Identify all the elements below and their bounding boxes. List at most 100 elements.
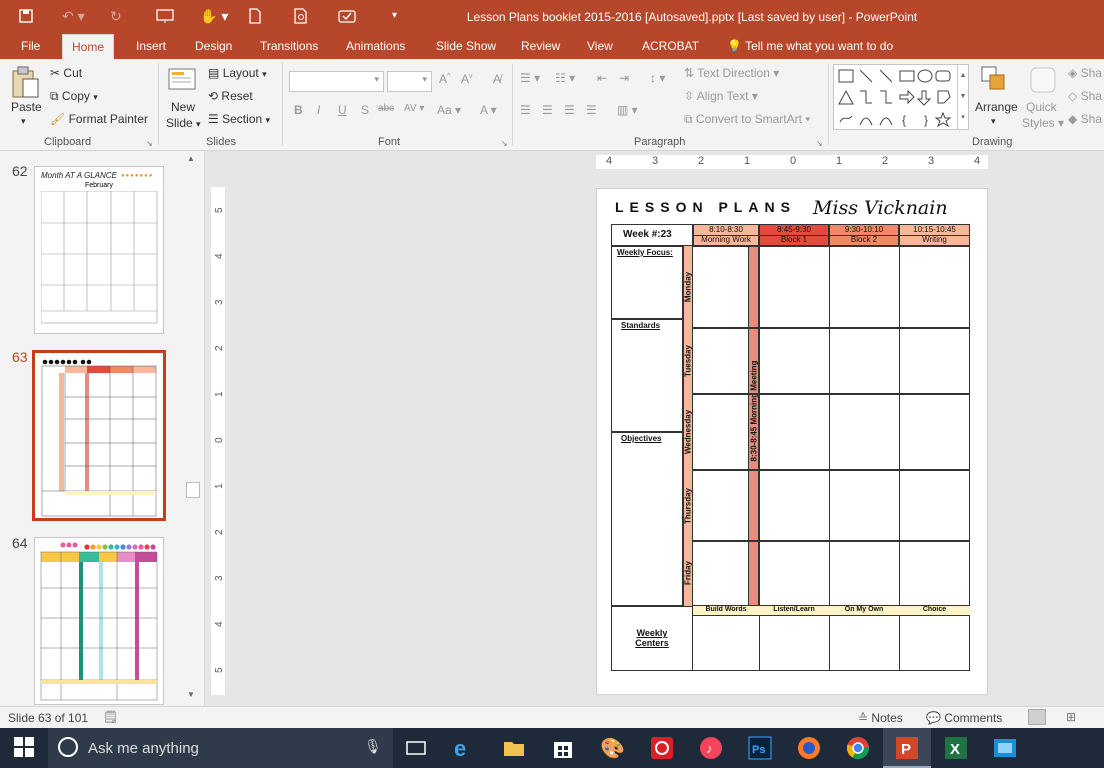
col-time: 9:30-10:10 — [844, 225, 884, 234]
arrange-dropdown-icon[interactable]: ▾ — [991, 116, 996, 127]
shadow-button[interactable]: S — [361, 103, 369, 117]
excel-icon[interactable]: X — [944, 736, 968, 760]
align-center-icon[interactable]: ☰ — [542, 103, 553, 117]
italic-button[interactable]: I — [317, 103, 320, 117]
tab-slide-show[interactable]: Slide Show — [427, 34, 505, 59]
center-name: Choice — [922, 606, 947, 613]
app-icon[interactable] — [993, 736, 1017, 760]
new-slide-label-1[interactable]: New — [171, 100, 195, 114]
slide-canvas[interactable]: LESSON PLANS Miss Vicknain Week #:23 8:1… — [596, 188, 988, 695]
columns-icon[interactable]: ▥ ▾ — [617, 103, 638, 117]
paste-button[interactable]: Paste — [11, 100, 42, 114]
section-button[interactable]: ☰ Section ▾ — [208, 112, 270, 126]
tab-home[interactable]: Home — [62, 34, 115, 59]
reset-button[interactable]: ⟲ Reset — [208, 89, 253, 103]
clear-formatting-icon[interactable]: A̸ — [493, 72, 501, 86]
paste-dropdown-icon[interactable]: ▾ — [21, 116, 26, 127]
shape-outline-button[interactable]: ◇ Sha — [1068, 89, 1102, 103]
tab-acrobat[interactable]: ACROBAT — [633, 34, 708, 59]
decrease-indent-icon[interactable]: ⇤ — [597, 71, 607, 85]
increase-font-icon[interactable]: A^ — [439, 72, 450, 86]
arrange-icon[interactable] — [980, 65, 1010, 98]
itunes-icon[interactable]: ♪ — [699, 736, 723, 760]
char-spacing-button[interactable]: AV ▾ — [404, 103, 424, 114]
slide-thumbnail[interactable] — [34, 537, 164, 705]
paragraph-launcher-icon[interactable]: ↘ — [816, 139, 823, 148]
notes-button[interactable]: ≙ Notes — [858, 711, 903, 725]
firefox-icon[interactable] — [797, 736, 821, 760]
store-icon[interactable] — [551, 736, 575, 760]
tab-animations[interactable]: Animations — [337, 34, 414, 59]
font-size-box[interactable]: ▾ — [387, 71, 432, 92]
notes-label: Notes — [871, 711, 903, 725]
file-explorer-icon[interactable] — [502, 736, 526, 760]
photoshop-icon[interactable]: Ps — [748, 736, 772, 760]
shapes-gallery[interactable]: {} ▲ ▼ ▾ — [833, 64, 969, 130]
cut-button[interactable]: ✂ Cut — [50, 66, 82, 80]
tab-insert[interactable]: Insert — [127, 34, 175, 59]
chrome-icon[interactable] — [846, 736, 870, 760]
thumbnail-scrollbar[interactable]: ▲ ▼ — [185, 151, 202, 706]
proofing-icon[interactable]: 🗒 — [103, 710, 118, 724]
tab-transitions[interactable]: Transitions — [251, 34, 327, 59]
shapes-scroll-icon[interactable]: ▲ ▼ ▾ — [957, 65, 968, 129]
ruler-mark: 2 — [698, 155, 705, 167]
vertical-ruler[interactable]: 5 4 3 2 1 0 1 2 3 4 5 — [211, 187, 225, 695]
paint-icon[interactable]: 🎨 — [600, 736, 625, 760]
underline-button[interactable]: U — [338, 103, 347, 117]
align-left-icon[interactable]: ☰ — [520, 103, 531, 117]
font-color-button[interactable]: A ▾ — [480, 103, 497, 117]
new-slide-icon[interactable] — [167, 65, 197, 96]
slide-sorter-icon[interactable]: ⊞ — [1066, 710, 1076, 724]
slide-thumbnail[interactable]: Month AT A GLANCE ●●●●●●● February — [34, 166, 164, 334]
align-text-button[interactable]: ⇳ Align Text ▾ — [684, 89, 758, 103]
bullets-icon[interactable]: ☰ ▾ — [520, 71, 540, 85]
quick-styles-icon[interactable] — [1028, 65, 1058, 98]
line-spacing-icon[interactable]: ↕ ▾ — [650, 71, 665, 85]
microphone-icon[interactable]: 🎙 — [364, 738, 382, 755]
change-case-button[interactable]: Aa ▾ — [437, 103, 461, 117]
day-row-thursday — [693, 470, 970, 541]
scroll-down-icon[interactable]: ▼ — [187, 690, 195, 699]
quick-styles-button[interactable]: Styles ▾ — [1022, 116, 1064, 130]
slide-thumbnail-selected[interactable] — [32, 350, 166, 521]
font-launcher-icon[interactable]: ↘ — [501, 139, 508, 148]
comments-button[interactable]: 💬 Comments — [926, 711, 1002, 725]
strikethrough-button[interactable]: abc — [378, 103, 394, 114]
normal-view-icon[interactable] — [1028, 709, 1046, 725]
creative-cloud-icon[interactable] — [650, 736, 674, 760]
search-box[interactable]: Ask me anything 🎙 — [48, 728, 393, 768]
tab-review[interactable]: Review — [512, 34, 569, 59]
scroll-up-icon[interactable]: ▲ — [187, 154, 195, 163]
bold-button[interactable]: B — [294, 103, 303, 117]
text-direction-button[interactable]: ⇅ Text Direction ▾ — [684, 66, 779, 80]
layout-button[interactable]: ▤ Layout ▾ — [208, 66, 267, 80]
shape-effects-button[interactable]: ◆ Sha — [1068, 112, 1102, 126]
shape-fill-icon: ◈ — [1068, 66, 1078, 80]
horizontal-ruler[interactable]: 4 3 2 1 0 1 2 3 4 — [596, 155, 988, 169]
justify-icon[interactable]: ☰ — [586, 103, 597, 117]
scroll-thumb[interactable] — [186, 482, 200, 498]
tab-view[interactable]: View — [578, 34, 622, 59]
shape-fill-button[interactable]: ◈ Sha — [1068, 66, 1102, 80]
decrease-font-icon[interactable]: Av — [461, 72, 473, 86]
powerpoint-taskbar-button[interactable]: P — [883, 728, 931, 768]
align-right-icon[interactable]: ☰ — [564, 103, 575, 117]
convert-smartart-button[interactable]: ⧉ Convert to SmartArt ▾ — [684, 112, 810, 127]
clipboard-launcher-icon[interactable]: ↘ — [146, 139, 153, 148]
increase-indent-icon[interactable]: ⇥ — [619, 71, 629, 85]
paste-icon[interactable] — [10, 65, 40, 102]
format-painter-button[interactable]: 🖌 Format Painter — [50, 112, 148, 126]
copy-button[interactable]: ⧉ Copy ▾ — [50, 89, 98, 104]
quick-styles-label-1[interactable]: Quick — [1026, 100, 1057, 114]
font-name-box[interactable]: ▾ — [289, 71, 384, 92]
tab-design[interactable]: Design — [186, 34, 241, 59]
edge-icon[interactable]: e — [454, 736, 478, 761]
tell-me-box[interactable]: 💡 Tell me what you want to do — [718, 34, 902, 59]
arrange-button[interactable]: Arrange — [975, 100, 1018, 114]
tab-file[interactable]: File — [12, 34, 49, 59]
numbering-icon[interactable]: ☷ ▾ — [555, 71, 575, 85]
windows-start-icon[interactable] — [13, 736, 37, 760]
new-slide-button[interactable]: Slide ▾ — [166, 116, 201, 130]
task-view-icon[interactable] — [404, 736, 428, 760]
